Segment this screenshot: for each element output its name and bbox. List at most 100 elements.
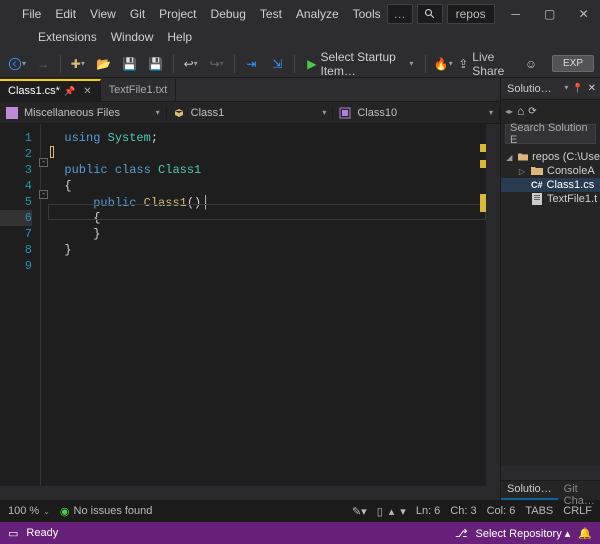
window-minimize[interactable]: ─	[499, 0, 533, 28]
solution-tabs: Solutio… Git Cha…	[501, 480, 600, 500]
new-item-button[interactable]: ✚▾	[67, 53, 89, 75]
source-control-icon[interactable]: ⎇	[455, 527, 468, 540]
vertical-scrollbar[interactable]	[486, 124, 500, 486]
feedback-button[interactable]: ☺	[520, 53, 542, 75]
horizontal-scrollbar[interactable]	[0, 486, 500, 500]
save-button[interactable]: 💾	[119, 53, 141, 75]
code-lines[interactable]: - - using System; public class Class1 { …	[48, 124, 486, 486]
folder-icon	[531, 165, 543, 177]
err-down-icon[interactable]: ▾	[400, 505, 406, 518]
menu-tools[interactable]: Tools	[347, 5, 387, 23]
caret-ch[interactable]: Ch: 3	[450, 505, 476, 517]
code-editor[interactable]: 1 2 3 4 5 6 7 8 9 - - using System; publ…	[0, 124, 500, 486]
tab-label: TextFile1.txt	[109, 84, 168, 96]
menu-test[interactable]: Test	[254, 5, 288, 23]
window-maximize[interactable]: ▢	[533, 0, 567, 28]
tab-label: Class1.cs*	[8, 85, 60, 97]
menu-analyze[interactable]: Analyze	[290, 5, 345, 23]
soltab-solution[interactable]: Solutio…	[501, 481, 558, 500]
csharp-icon: C#	[531, 180, 543, 190]
tab-textfile[interactable]: TextFile1.txt	[101, 79, 177, 101]
dropdown-icon[interactable]: ▾	[564, 83, 568, 94]
close-icon[interactable]: ✕	[83, 86, 91, 97]
menu-file[interactable]: File	[16, 5, 47, 23]
redo-button[interactable]: ↪▾	[206, 53, 228, 75]
notifications-icon[interactable]: 🔔	[578, 527, 592, 540]
tree-root[interactable]: ◢repos (C:\Use	[501, 150, 600, 164]
open-button[interactable]: 📂	[93, 53, 115, 75]
nav-back-button[interactable]: ▾	[6, 53, 28, 75]
select-repo[interactable]: Select Repository ▴	[476, 527, 571, 540]
nav-class[interactable]: Class1	[167, 107, 334, 119]
solution-explorer: Solutio… ▾ 📍 ✕ ◂▸ ⌂ ⟳ Search Solution E …	[500, 78, 600, 500]
repo-badge[interactable]: repos	[447, 4, 495, 24]
undo-button[interactable]: ↩▾	[180, 53, 202, 75]
menu-extensions[interactable]: Extensions	[32, 28, 103, 46]
zoom-level[interactable]: 100 %⌄	[8, 505, 50, 517]
collapse-icon[interactable]: -	[39, 158, 48, 167]
err-up-icon[interactable]: ▴	[389, 505, 395, 518]
menu-git[interactable]: Git	[124, 5, 151, 23]
status-ready: Ready	[26, 527, 58, 539]
titlebar: File Edit View Git Project Debug Test An…	[0, 0, 600, 28]
menu-edit[interactable]: Edit	[49, 5, 82, 23]
caret-col[interactable]: Col: 6	[487, 505, 516, 517]
hot-reload-button[interactable]: 🔥▾	[432, 53, 454, 75]
tabstrip: Class1.cs* 📌 ✕ TextFile1.txt	[0, 78, 500, 102]
textfile-icon	[531, 193, 543, 205]
toolbar: ▾ → ✚▾ 📂 💾 💾 ↩▾ ↪▾ ⇥ ⇲ ▶Select Startup I…	[0, 50, 600, 78]
nav-project[interactable]: Miscellaneous Files	[0, 107, 167, 119]
code-navbar: Miscellaneous Files Class1 Class10	[0, 102, 500, 124]
solution-hscroll[interactable]	[501, 466, 600, 480]
nav-member[interactable]: Class10	[333, 107, 500, 119]
issues-indicator[interactable]: ◉No issues found	[60, 505, 153, 518]
solution-tree: ◢repos (C:\Use ▷ConsoleA C#Class1.cs Tex…	[501, 146, 600, 210]
menu-view[interactable]: View	[84, 5, 122, 23]
tab-class1[interactable]: Class1.cs* 📌 ✕	[0, 79, 101, 101]
nav-fwd-button[interactable]: →	[32, 53, 54, 75]
folder-icon	[518, 151, 528, 163]
window-close[interactable]: ✕	[567, 0, 600, 28]
step-over-button[interactable]: ⇲	[266, 53, 288, 75]
class-icon	[173, 107, 185, 119]
err-prev-icon[interactable]: ▯	[377, 505, 383, 518]
editor-infobar: 100 %⌄ ◉No issues found ✎▾ ▯ ▴ ▾ Ln: 6 C…	[0, 500, 600, 522]
search-icon	[424, 8, 436, 20]
close-icon[interactable]: ✕	[588, 83, 596, 94]
csproj-icon	[6, 107, 18, 119]
step-into-button[interactable]: ⇥	[240, 53, 262, 75]
home-icon[interactable]: ⌂	[517, 104, 524, 118]
menu-project[interactable]: Project	[153, 5, 202, 23]
tree-file-cs[interactable]: C#Class1.cs	[501, 178, 600, 192]
save-all-button[interactable]: 💾	[145, 53, 167, 75]
output-icon[interactable]: ▭	[8, 527, 18, 540]
menubar-row2: Extensions Window Help	[0, 28, 600, 50]
lineending-mode[interactable]: CRLF	[563, 505, 592, 517]
pin-icon[interactable]: 📍	[572, 83, 583, 94]
liveshare-button[interactable]: ⇪Live Share	[458, 53, 516, 75]
menu-help[interactable]: Help	[161, 28, 198, 46]
line-gutter: 1 2 3 4 5 6 7 8 9	[0, 124, 40, 486]
sync-icon[interactable]: ⟳	[528, 106, 536, 117]
tree-folder[interactable]: ▷ConsoleA	[501, 164, 600, 178]
caret-ln[interactable]: Ln: 6	[416, 505, 440, 517]
statusbar: ▭ Ready ⎇ Select Repository ▴ 🔔	[0, 522, 600, 544]
search-box2[interactable]	[417, 4, 443, 24]
brush-icon[interactable]: ✎▾	[352, 505, 367, 518]
exp-badge[interactable]: EXP	[552, 55, 594, 72]
pin-icon[interactable]: 📌	[64, 86, 75, 97]
collapse-icon[interactable]: -	[39, 190, 48, 199]
solution-header[interactable]: Solutio… ▾ 📍 ✕	[501, 78, 600, 100]
editor-area: Class1.cs* 📌 ✕ TextFile1.txt Miscellaneo…	[0, 78, 500, 500]
tree-file-txt[interactable]: TextFile1.t	[501, 192, 600, 206]
indent-mode[interactable]: TABS	[525, 505, 553, 517]
menu-debug[interactable]: Debug	[205, 5, 252, 23]
soltab-git[interactable]: Git Cha…	[558, 481, 600, 500]
solution-toolbar: ◂▸ ⌂ ⟳	[501, 100, 600, 122]
menu-window[interactable]: Window	[105, 28, 160, 46]
search-box[interactable]: …	[387, 4, 413, 24]
back-icon[interactable]: ◂▸	[505, 107, 513, 116]
outline-margin	[40, 124, 48, 486]
start-debug-button[interactable]: ▶Select Startup Item… ▾	[301, 53, 419, 75]
solution-search[interactable]: Search Solution E	[505, 124, 596, 144]
